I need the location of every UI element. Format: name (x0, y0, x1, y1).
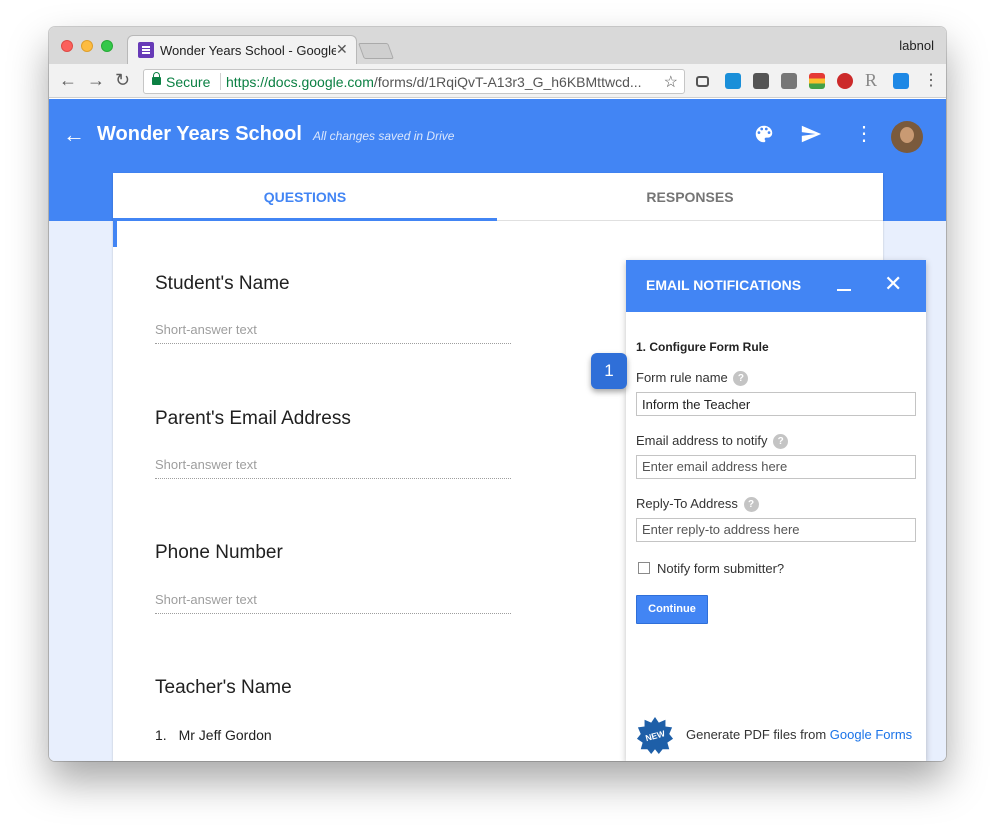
panel-title: EMAIL NOTIFICATIONS (646, 277, 802, 293)
notify-submitter-checkbox[interactable] (638, 562, 650, 574)
option-label: Mr Jeff Gordon (178, 727, 272, 743)
tab-strip: Wonder Years School - Google Forms ✕ lab… (49, 27, 946, 64)
email-notifications-panel: EMAIL NOTIFICATIONS ✕ 1. Configure Form … (626, 260, 926, 761)
browser-toolbar: ← → ↻ Secure https://docs.google.com/for… (49, 64, 946, 98)
pocket-icon[interactable] (753, 73, 769, 89)
section-title: 1. Configure Form Rule (636, 340, 769, 354)
profile-name[interactable]: labnol (899, 38, 934, 53)
reply-to-label-text: Reply-To Address (636, 496, 738, 511)
browser-tab[interactable]: Wonder Years School - Google Forms ✕ (127, 35, 357, 64)
tab-close-icon[interactable]: ✕ (336, 41, 348, 58)
palette-ext-icon[interactable] (809, 73, 825, 89)
email-label-text: Email address to notify (636, 433, 768, 448)
url-host: https://docs.google.com (226, 74, 374, 90)
close-window-button[interactable] (61, 40, 73, 52)
google-forms-link[interactable]: Google Forms (830, 727, 912, 742)
form-tabs: QUESTIONS RESPONSES (113, 173, 883, 221)
minimize-icon[interactable] (837, 289, 851, 291)
reload-icon[interactable]: ↻ (115, 70, 130, 90)
palette-icon[interactable] (753, 123, 775, 150)
url-separator (220, 73, 221, 90)
active-tab-indicator (113, 218, 497, 221)
rule-name-input[interactable] (636, 392, 916, 416)
question-title[interactable]: Phone Number (155, 542, 283, 564)
help-icon[interactable]: ? (733, 371, 749, 387)
question-title[interactable]: Teacher's Name (155, 677, 292, 699)
tab-responses[interactable]: RESPONSES (497, 173, 883, 221)
selected-item-accent (113, 221, 117, 247)
help-icon[interactable]: ? (743, 497, 759, 513)
new-badge-icon: NEW (636, 716, 674, 754)
url-path: /forms/d/1RqiQvT-A13r3_G_h6KBMttwcd... (373, 74, 642, 90)
form-title[interactable]: Wonder Years School (97, 123, 302, 146)
email-label: Email address to notify ? (636, 433, 789, 450)
save-status: All changes saved in Drive (313, 129, 455, 143)
email-input[interactable]: Enter email address here (636, 455, 916, 479)
forward-icon[interactable]: → (87, 70, 105, 90)
promo-text: Generate PDF files from Google Forms (686, 727, 912, 742)
address-bar[interactable]: Secure https://docs.google.com/forms/d/1… (143, 69, 685, 94)
avatar[interactable] (891, 121, 923, 153)
r-icon[interactable]: R (865, 70, 881, 90)
tab-title: Wonder Years School - Google Forms (160, 43, 336, 58)
lastpass-icon[interactable] (837, 73, 853, 89)
option-number: 1. (155, 727, 167, 743)
google-forms-icon (138, 42, 154, 58)
lock-icon[interactable] (696, 76, 709, 87)
rule-name-label-text: Form rule name (636, 370, 728, 385)
help-icon[interactable]: ? (773, 434, 789, 450)
new-tab-button[interactable] (358, 43, 394, 59)
zoom-window-button[interactable] (101, 40, 113, 52)
back-arrow-icon[interactable]: ← (63, 123, 85, 147)
question-title[interactable]: Student's Name (155, 273, 290, 295)
trello-icon[interactable] (725, 73, 741, 89)
dropdown-option[interactable]: 1. Mr Jeff Gordon (155, 727, 272, 743)
secure-label: Secure (166, 74, 211, 90)
more-options-icon[interactable]: ⋮ (854, 123, 874, 145)
promo-label: Generate PDF files from (686, 727, 830, 742)
send-icon[interactable] (799, 123, 823, 150)
close-icon[interactable]: ✕ (884, 272, 902, 296)
panel-header: EMAIL NOTIFICATIONS ✕ (626, 260, 926, 312)
step-badge: 1 (591, 353, 627, 389)
short-answer-hint: Short-answer text (155, 592, 511, 614)
rule-name-label: Form rule name ? (636, 370, 749, 387)
share-icon[interactable] (893, 73, 909, 89)
reply-to-input[interactable]: Enter reply-to address here (636, 518, 916, 542)
minimize-window-button[interactable] (81, 40, 93, 52)
bookmark-star-icon[interactable]: ☆ (664, 72, 678, 92)
browser-menu-icon[interactable]: ⋮ (923, 70, 939, 90)
url-text: https://docs.google.com/forms/d/1RqiQvT-… (226, 74, 646, 90)
short-answer-hint: Short-answer text (155, 322, 511, 344)
tab-questions[interactable]: QUESTIONS (113, 173, 497, 221)
continue-button[interactable]: Continue (636, 595, 708, 624)
browser-window: Wonder Years School - Google Forms ✕ lab… (49, 27, 946, 761)
question-title[interactable]: Parent's Email Address (155, 408, 351, 430)
keep-icon[interactable] (781, 73, 797, 89)
notify-submitter-label[interactable]: Notify form submitter? (657, 561, 784, 576)
short-answer-hint: Short-answer text (155, 457, 511, 479)
secure-lock-icon (152, 72, 161, 85)
reply-to-label: Reply-To Address ? (636, 496, 759, 513)
back-icon[interactable]: ← (59, 70, 77, 90)
